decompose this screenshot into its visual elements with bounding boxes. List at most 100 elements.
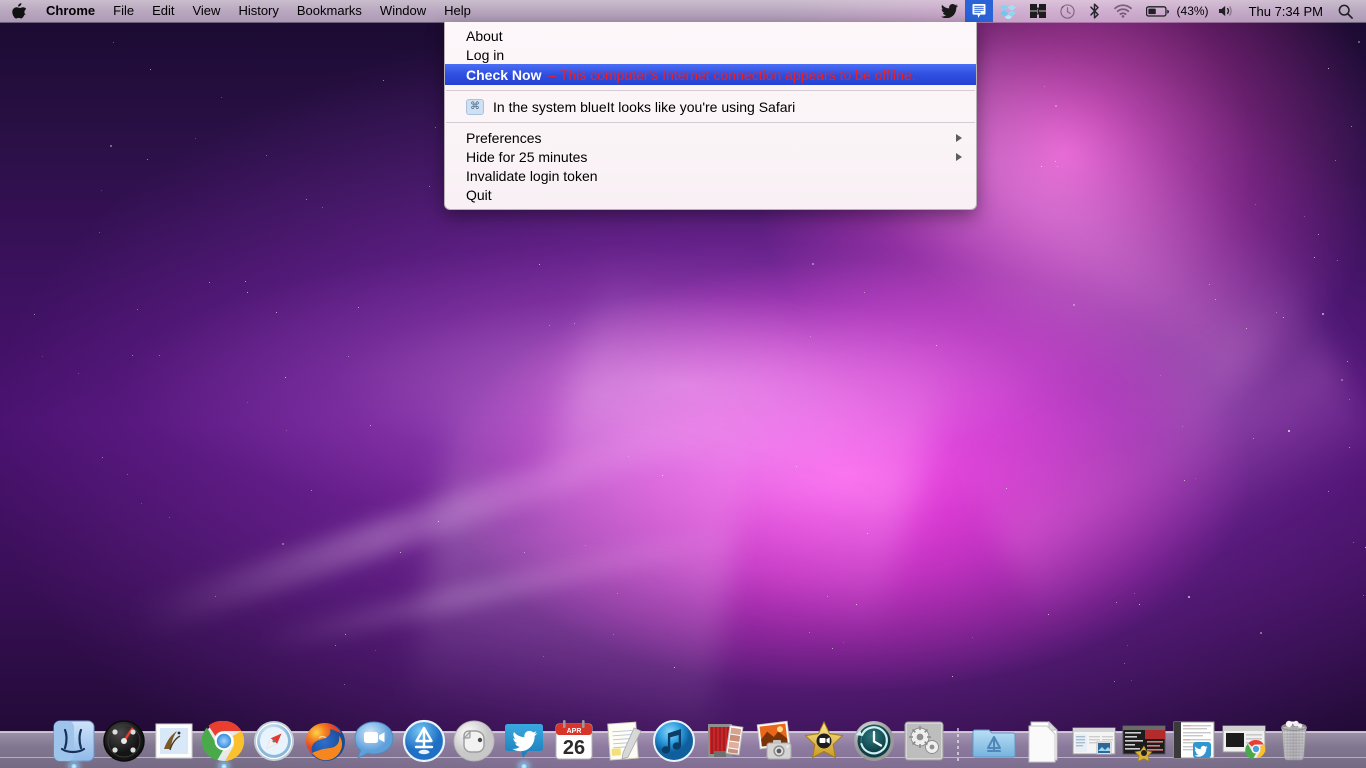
apple-logo-icon[interactable] — [0, 0, 37, 22]
status-menu-dropdown: About Log in Check Now – This computer's… — [444, 22, 977, 210]
minimized-window-twitter-icon — [1171, 718, 1215, 764]
menu-bar-item-edit[interactable]: Edit — [143, 0, 183, 22]
dock-item-mail[interactable] — [149, 708, 199, 764]
battery-icon[interactable] — [1139, 0, 1177, 22]
volume-icon[interactable] — [1211, 0, 1241, 22]
menu-bar-item-help[interactable]: Help — [435, 0, 480, 22]
dock: APR 26 — [0, 696, 1366, 768]
dock-item-app-store[interactable] — [399, 708, 449, 764]
minimized-window-terminal-icon — [1121, 718, 1166, 764]
desktop-screen: Chrome File Edit View History Bookmarks … — [0, 0, 1366, 768]
svg-text:26: 26 — [563, 737, 585, 759]
wifi-icon[interactable] — [1107, 0, 1139, 22]
itunes-icon — [651, 718, 697, 764]
dock-item-firefox[interactable] — [299, 708, 349, 764]
dock-item-finder[interactable] — [49, 708, 99, 768]
menu-item-browser-notice[interactable]: ⌘ In the system blueIt looks like you're… — [445, 96, 976, 117]
chevron-right-icon — [956, 133, 962, 142]
dashboard-icon — [101, 718, 147, 764]
menu-bar-left: Chrome File Edit View History Bookmarks … — [0, 0, 480, 22]
dock-item-documents-stack[interactable] — [1017, 708, 1067, 764]
finder-icon — [51, 718, 97, 764]
svg-text:APR: APR — [567, 728, 582, 735]
safari-icon — [251, 718, 297, 764]
menu-item-label: Preferences — [466, 129, 542, 146]
dock-item-chrome[interactable] — [199, 708, 249, 768]
menu-bar-item-window[interactable]: Window — [371, 0, 435, 22]
system-preferences-icon — [901, 718, 947, 764]
evernote-icon — [451, 718, 497, 764]
dock-item-evernote[interactable] — [449, 708, 499, 764]
dock-item-minimized-window-terminal[interactable] — [1117, 708, 1167, 764]
dropbox-icon[interactable] — [993, 0, 1023, 22]
running-indicator — [220, 763, 228, 768]
dock-item-minimized-window-finder[interactable] — [1067, 708, 1117, 764]
trash-icon — [1271, 718, 1313, 764]
chevron-right-icon — [956, 152, 962, 161]
running-indicator — [70, 763, 78, 768]
dock-item-dashboard[interactable] — [99, 708, 149, 764]
flux-icon[interactable]: 1 — [1023, 0, 1053, 22]
notes-icon — [601, 718, 647, 764]
svg-text:1: 1 — [1035, 7, 1041, 18]
chrome-icon — [201, 718, 247, 764]
minimized-window-chrome-icon — [1221, 718, 1266, 764]
bluetooth-icon[interactable] — [1082, 0, 1107, 22]
dock-item-twitter[interactable] — [499, 708, 549, 768]
minimized-window-finder-icon — [1071, 718, 1116, 764]
menu-item-label: Check Now — [466, 66, 542, 83]
dock-item-itunes[interactable] — [649, 708, 699, 764]
menu-item-hide-for-25-minutes[interactable]: Hide for 25 minutes — [445, 147, 976, 166]
dock-separator — [949, 720, 967, 764]
dock-item-notes[interactable] — [599, 708, 649, 764]
menu-separator — [446, 122, 975, 123]
messages-bubble-icon[interactable] — [964, 0, 993, 22]
menu-item-label: In the system blueIt looks like you're u… — [493, 98, 796, 115]
menu-item-log-in[interactable]: Log in — [445, 45, 976, 64]
dock-item-facetime[interactable] — [349, 708, 399, 764]
dock-item-safari[interactable] — [249, 708, 299, 764]
menu-item-label: Quit — [466, 186, 492, 203]
documents-stack-icon — [1021, 718, 1063, 764]
twitter-bird-icon[interactable] — [934, 0, 965, 22]
applications-folder-icon — [971, 718, 1016, 764]
menu-bar-item-file[interactable]: File — [104, 0, 143, 22]
search-icon[interactable] — [1331, 0, 1360, 22]
menu-separator — [446, 90, 975, 91]
menu-item-label: Log in — [466, 46, 505, 63]
menu-item-label: About — [466, 27, 503, 44]
menu-item-label: Invalidate login token — [466, 167, 598, 184]
menu-bar-status-area: 1 (43%) Thu 7:34 PM — [934, 0, 1366, 22]
dock-item-minimized-window-chrome[interactable] — [1217, 708, 1267, 764]
menu-bar-item-view[interactable]: View — [183, 0, 229, 22]
time-machine-icon[interactable] — [1053, 0, 1082, 22]
menu-item-invalidate-login-token[interactable]: Invalidate login token — [445, 166, 976, 185]
menu-item-quit[interactable]: Quit — [445, 185, 976, 204]
dock-item-imovie[interactable] — [799, 708, 849, 764]
menu-item-about[interactable]: About — [445, 26, 976, 45]
calendar-icon: APR 26 — [551, 718, 597, 764]
dock-item-system-preferences[interactable] — [899, 708, 949, 764]
time-machine-icon — [851, 718, 897, 764]
imovie-icon — [801, 718, 847, 764]
dock-item-photo-booth[interactable] — [699, 708, 749, 764]
twitter-icon — [501, 718, 547, 764]
menu-bar-item-bookmarks[interactable]: Bookmarks — [288, 0, 371, 22]
menu-item-label: Hide for 25 minutes — [466, 148, 588, 165]
dock-item-applications-folder[interactable] — [967, 708, 1017, 764]
menu-bar-item-history[interactable]: History — [229, 0, 287, 22]
dock-item-calendar[interactable]: APR 26 — [549, 708, 599, 764]
menu-bar-item-chrome[interactable]: Chrome — [37, 0, 104, 22]
menu-bar: Chrome File Edit View History Bookmarks … — [0, 0, 1366, 22]
running-indicator — [520, 763, 528, 768]
dock-item-trash[interactable] — [1267, 708, 1317, 764]
offline-error-text: – This computer's Internet connection ap… — [548, 66, 916, 83]
battery-percent-label: (43%) — [1176, 4, 1209, 18]
menu-bar-clock[interactable]: Thu 7:34 PM — [1241, 4, 1331, 19]
dock-item-time-machine[interactable] — [849, 708, 899, 764]
dock-item-minimized-window-twitter[interactable] — [1167, 708, 1217, 764]
dock-item-iphoto[interactable] — [749, 708, 799, 764]
menu-item-preferences[interactable]: Preferences — [445, 128, 976, 147]
iphoto-icon — [751, 718, 797, 764]
menu-item-check-now[interactable]: Check Now – This computer's Internet con… — [445, 64, 976, 85]
